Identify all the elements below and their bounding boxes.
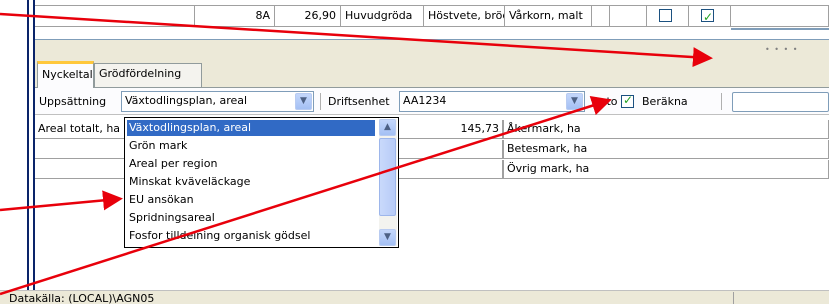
grid-cell-crop[interactable]: Höstvete, bröd bbox=[424, 5, 505, 27]
grid-cell-check1[interactable] bbox=[647, 5, 689, 27]
status-text: Datakälla: (LOCAL)\AGN05 bbox=[9, 292, 155, 304]
scrollbar-thumb[interactable] bbox=[379, 138, 396, 216]
dropdown-item[interactable]: Växtodlingsplan, areal bbox=[127, 120, 375, 136]
toolbar: Uppsättning Växtodlingsplan, areal ▼ Dri… bbox=[35, 88, 829, 115]
row-right-label: Övrig mark, ha bbox=[503, 160, 829, 179]
toolbar-separator bbox=[320, 93, 321, 110]
toolbar-separator bbox=[721, 93, 722, 110]
setup-combo[interactable]: Växtodlingsplan, areal ▼ bbox=[121, 91, 314, 112]
row-right-label: Betesmark, ha bbox=[503, 140, 829, 159]
grid-checkbox-2[interactable] bbox=[701, 7, 714, 26]
grid-cell-next-crop[interactable]: Vårkorn, malt bbox=[505, 5, 592, 27]
auto-checkbox[interactable] bbox=[621, 93, 634, 108]
grid-hscroll-edge bbox=[731, 28, 829, 39]
grid-cell-rest bbox=[731, 5, 829, 27]
chevron-up-icon[interactable]: ▲ bbox=[379, 119, 396, 136]
splitter-grip-icon[interactable]: • • • • bbox=[765, 46, 799, 54]
tab-nyckeltal[interactable]: Nyckeltal bbox=[37, 61, 94, 88]
grid-checkbox-1[interactable] bbox=[659, 9, 672, 22]
grid-cell-empty[interactable] bbox=[35, 5, 195, 27]
calc-button[interactable]: Beräkna bbox=[642, 95, 688, 108]
grid-cell-code[interactable]: 8A bbox=[195, 5, 275, 27]
crop-grid: 8A 26,90 Huvudgröda Höstvete, bröd Vårko… bbox=[35, 0, 829, 40]
setup-dropdown-list[interactable]: Växtodlingsplan, areal Grön mark Areal p… bbox=[124, 117, 399, 248]
grid-cell-area[interactable]: 26,90 bbox=[275, 5, 341, 27]
dropdown-item[interactable]: Grön mark bbox=[127, 138, 375, 154]
tab-grodfordelning[interactable]: Grödfördelning bbox=[94, 63, 202, 87]
calc-result-field[interactable] bbox=[732, 92, 829, 112]
unit-combo-value: AA1234 bbox=[403, 94, 447, 107]
chevron-down-icon[interactable]: ▼ bbox=[379, 229, 396, 246]
tab-strip: Nyckeltal Grödfördelning bbox=[35, 58, 829, 88]
dropdown-item[interactable]: Spridningsareal bbox=[127, 210, 375, 226]
dropdown-scrollbar[interactable]: ▲ ▼ bbox=[379, 119, 397, 246]
auto-label: Auto bbox=[592, 95, 618, 108]
status-bar: Datakälla: (LOCAL)\AGN05 bbox=[0, 290, 829, 304]
row-value: 145,73 bbox=[435, 120, 503, 139]
status-pane bbox=[733, 292, 829, 304]
setup-label: Uppsättning bbox=[39, 95, 107, 108]
unit-label: Driftsenhet bbox=[328, 95, 390, 108]
chevron-down-icon[interactable]: ▼ bbox=[566, 93, 583, 110]
grid-cell-spacer bbox=[610, 5, 647, 27]
dropdown-item[interactable]: Fosfor tilldelning organisk gödsel bbox=[127, 228, 375, 244]
grid-cell-type[interactable]: Huvudgröda bbox=[341, 5, 424, 27]
row-right-label: Åkermark, ha bbox=[503, 120, 829, 139]
grid-cell-check2[interactable] bbox=[689, 5, 731, 27]
chevron-down-icon[interactable]: ▼ bbox=[295, 93, 312, 110]
splitter[interactable]: • • • • bbox=[35, 40, 829, 58]
window-border-left bbox=[27, 0, 29, 304]
dropdown-item[interactable]: Areal per region bbox=[127, 156, 375, 172]
unit-combo[interactable]: AA1234 ▼ bbox=[399, 91, 585, 112]
dropdown-item[interactable]: Minskat kväveläckage bbox=[127, 174, 375, 190]
row-value bbox=[435, 140, 503, 159]
dropdown-item[interactable]: EU ansökan bbox=[127, 192, 375, 208]
grid-cell-blank[interactable] bbox=[592, 5, 610, 27]
setup-combo-value: Växtodlingsplan, areal bbox=[125, 94, 248, 107]
row-value bbox=[435, 160, 503, 179]
